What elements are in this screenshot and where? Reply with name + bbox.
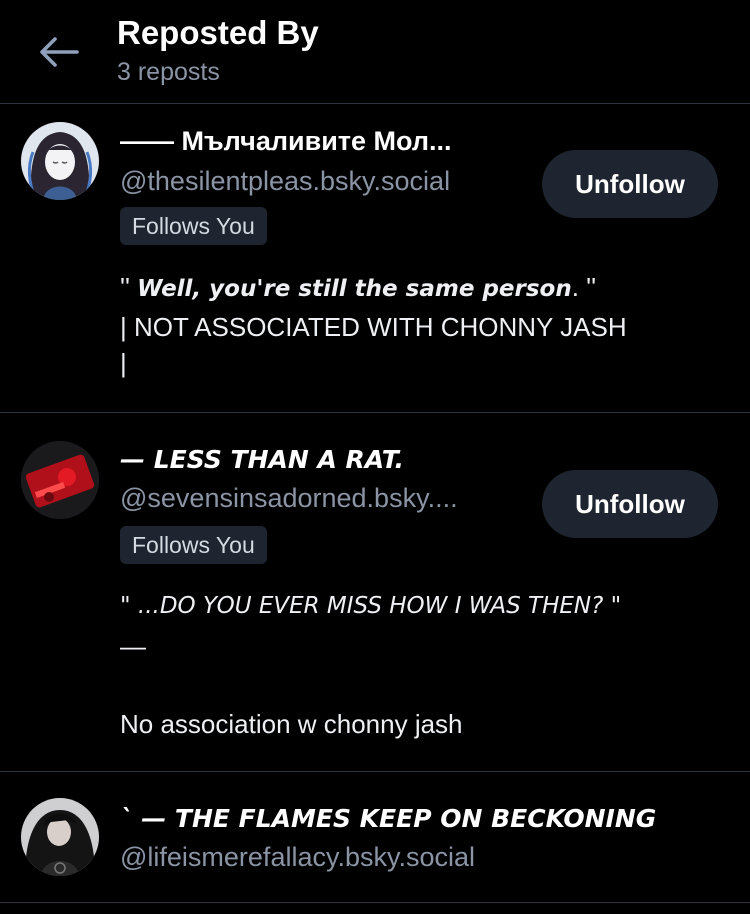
display-name[interactable]: —— Мълчаливите Мол... [120, 126, 452, 157]
page-title: Reposted By [117, 14, 319, 51]
bio-line: No association w chonny jash [120, 709, 463, 739]
bio-quote-close: . '' [571, 272, 597, 302]
display-name[interactable]: — LESS THAN A RAT. [120, 445, 404, 474]
bio-quote: Well, you're still the same person [137, 276, 572, 302]
user-handle[interactable]: @thesilentpleas.bsky.social [120, 166, 450, 197]
display-name[interactable]: ` — THE FLAMES KEEP ON BECKONING [120, 804, 656, 833]
follows-you-badge: Follows You [120, 526, 267, 564]
bio-line: | NOT ASSOCIATED WITH CHONNY JASH [120, 312, 627, 342]
follows-you-badge: Follows You [120, 207, 267, 245]
page-header: Reposted By 3 reposts [0, 0, 750, 104]
arrow-left-icon [40, 37, 79, 67]
user-row[interactable]: ` — THE FLAMES KEEP ON BECKONING @lifeis… [0, 772, 750, 903]
user-handle[interactable]: @lifeismerefallacy.bsky.social [120, 842, 475, 873]
avatar[interactable] [21, 122, 99, 200]
unfollow-button[interactable]: Unfollow [542, 150, 718, 218]
user-row[interactable]: — LESS THAN A RAT. @sevensinsadorned.bsk… [0, 413, 750, 772]
avatar[interactable] [21, 441, 99, 519]
back-button[interactable] [38, 34, 80, 70]
unfollow-button[interactable]: Unfollow [542, 470, 718, 538]
bio-line: " ...DO YOU EVER MISS HOW I WAS THEN? " [120, 593, 622, 619]
bio-line: | [120, 348, 127, 378]
avatar[interactable] [21, 798, 99, 876]
user-row[interactable]: —— Мълчаливите Мол... @thesilentpleas.bs… [0, 104, 750, 413]
bio-quote-open: '' [120, 272, 130, 302]
repost-count: 3 reposts [117, 58, 220, 86]
bio-line: '' Well, you're still the same person. '… [120, 272, 596, 303]
user-handle[interactable]: @sevensinsadorned.bsky.... [120, 483, 458, 514]
bio-line: — [120, 631, 146, 661]
